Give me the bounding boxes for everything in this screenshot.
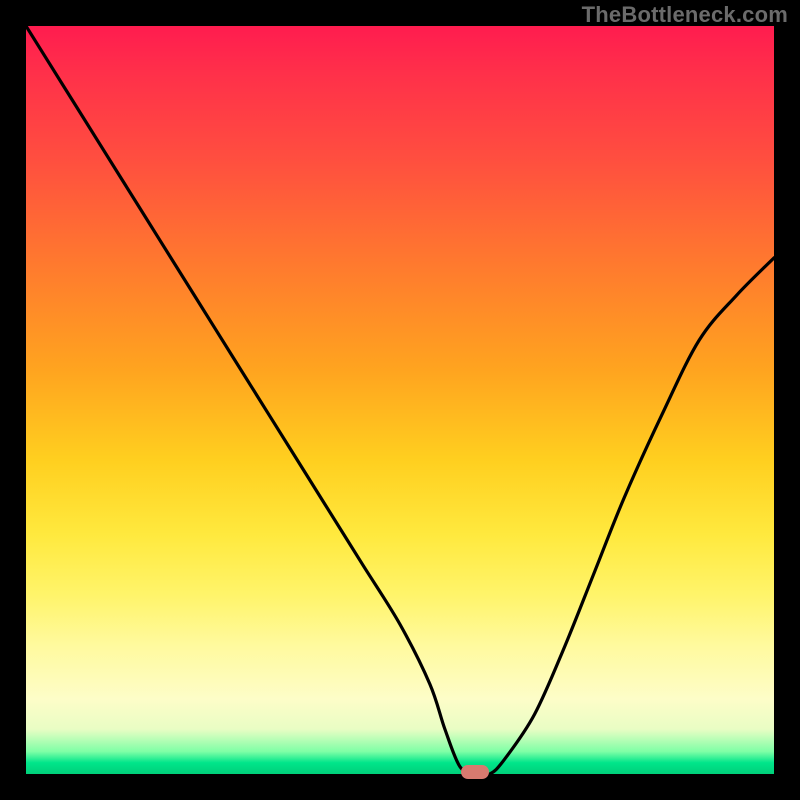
bottleneck-curve	[26, 26, 774, 774]
watermark-text: TheBottleneck.com	[582, 2, 788, 28]
optimal-point-marker	[461, 765, 489, 779]
plot-area	[26, 26, 774, 774]
chart-frame: TheBottleneck.com	[0, 0, 800, 800]
